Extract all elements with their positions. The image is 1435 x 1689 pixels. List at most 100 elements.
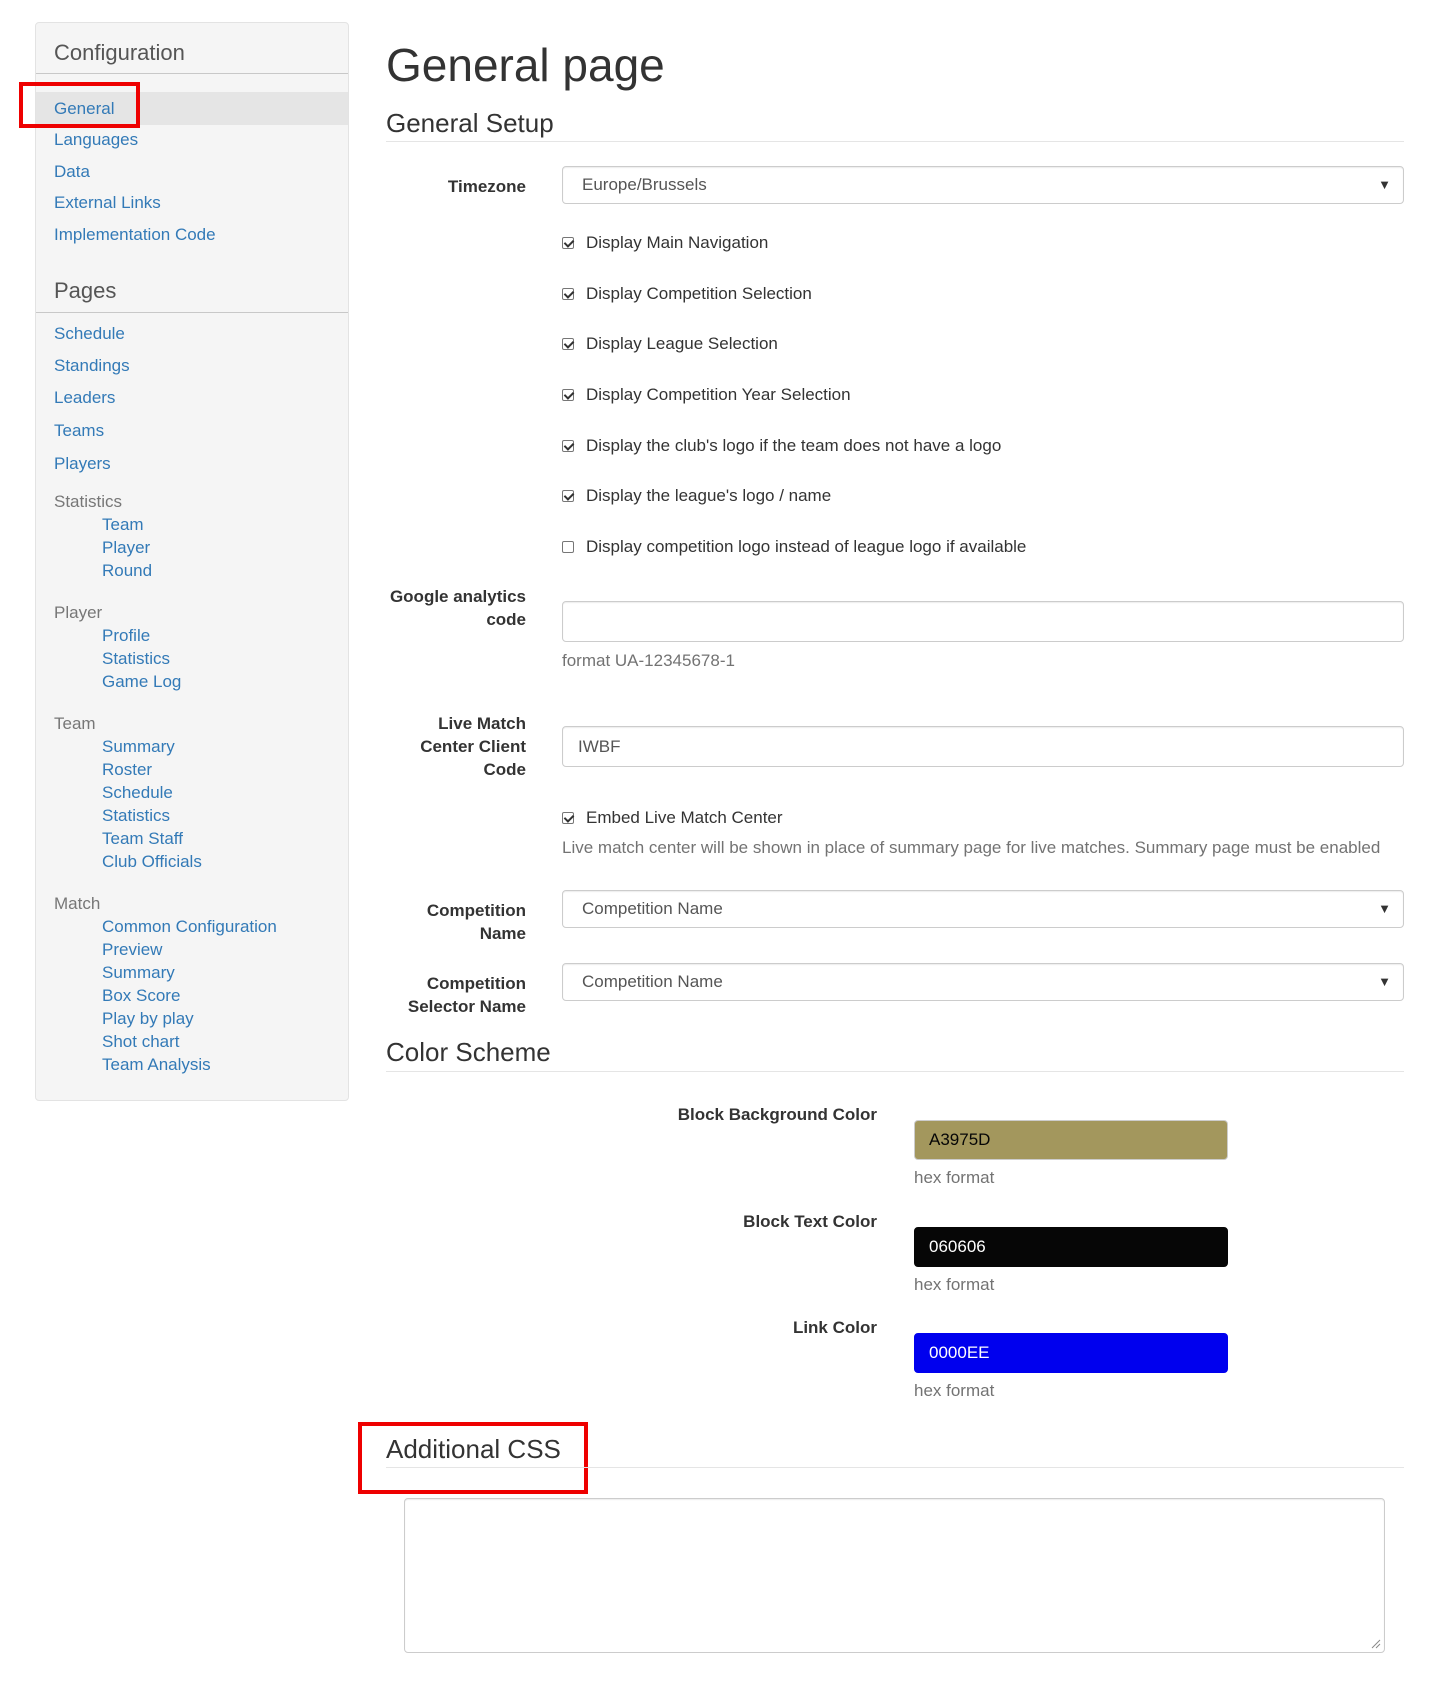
sidebar-item-statistics-player[interactable]: Player: [102, 538, 150, 558]
display-league-selection-label: Display League Selection: [586, 334, 778, 353]
display-competition-selection-label: Display Competition Selection: [586, 284, 812, 303]
display-competition-year-selection-checkbox[interactable]: Display Competition Year Selection: [562, 384, 851, 406]
sidebar-item-schedule[interactable]: Schedule: [54, 324, 125, 344]
chevron-down-icon: ▼: [1378, 901, 1391, 916]
display-league-logo-checkbox[interactable]: Display the league's logo / name: [562, 485, 831, 507]
sidebar-item-languages[interactable]: Languages: [54, 130, 138, 150]
block-background-color-label: Block Background Color: [677, 1105, 877, 1124]
checkbox-checked-icon: [562, 490, 574, 502]
google-analytics-label-line1: Google analytics: [389, 587, 526, 606]
section-divider: [386, 1467, 1404, 1468]
sidebar-item-players[interactable]: Players: [54, 454, 111, 474]
sidebar-group-statistics: Statistics: [54, 492, 123, 511]
block-text-color-help: hex format: [914, 1275, 995, 1294]
google-analytics-label: Google analytics code: [390, 585, 526, 631]
sidebar-heading-configuration: Configuration: [54, 40, 185, 65]
section-divider: [386, 141, 1404, 142]
sidebar-item-team-schedule[interactable]: Schedule: [102, 783, 173, 803]
checkbox-unchecked-icon: [562, 541, 574, 553]
competition-name-select-value: Competition Name: [582, 899, 723, 918]
sidebar-item-match-common-configuration[interactable]: Common Configuration: [102, 917, 277, 937]
checkbox-checked-icon: [562, 440, 574, 452]
chevron-down-icon: ▼: [1378, 974, 1391, 989]
timezone-label: Timezone: [447, 177, 526, 196]
checkbox-checked-icon: [562, 288, 574, 300]
competition-selector-name-label: Competition Selector Name: [408, 972, 526, 1018]
timezone-select[interactable]: Europe/Brussels ▼: [562, 166, 1404, 204]
sidebar-item-team-summary[interactable]: Summary: [102, 737, 175, 757]
sidebar-item-match-preview[interactable]: Preview: [102, 940, 162, 960]
sidebar-item-team-statistics[interactable]: Statistics: [102, 806, 170, 826]
sidebar-group-player: Player: [54, 603, 103, 622]
google-analytics-input[interactable]: [562, 601, 1404, 642]
checkbox-checked-icon: [562, 389, 574, 401]
timezone-select-value: Europe/Brussels: [582, 175, 707, 194]
sidebar-item-match-team-analysis[interactable]: Team Analysis: [102, 1055, 211, 1075]
page-title: General page: [386, 39, 665, 91]
sidebar-item-data[interactable]: Data: [54, 162, 90, 182]
display-competition-year-selection-label: Display Competition Year Selection: [586, 385, 851, 404]
chevron-down-icon: ▼: [1378, 177, 1391, 192]
display-main-navigation-checkbox[interactable]: Display Main Navigation: [562, 232, 768, 254]
google-analytics-label-line2: code: [486, 610, 526, 629]
competition-selector-label-line1: Competition: [426, 974, 526, 993]
display-competition-logo-label: Display competition logo instead of leag…: [586, 537, 1027, 556]
sidebar-item-player-profile[interactable]: Profile: [102, 626, 150, 646]
block-background-color-input[interactable]: A3975D: [914, 1120, 1228, 1160]
sidebar-item-teams[interactable]: Teams: [54, 421, 104, 441]
competition-name-select[interactable]: Competition Name ▼: [562, 890, 1404, 928]
competition-selector-name-select-value: Competition Name: [582, 972, 723, 991]
live-match-center-client-code-label: Live Match Center Client Code: [420, 712, 526, 781]
competition-selector-name-select[interactable]: Competition Name ▼: [562, 963, 1404, 1001]
display-competition-selection-checkbox[interactable]: Display Competition Selection: [562, 283, 812, 305]
embed-live-match-center-checkbox[interactable]: Embed Live Match Center: [562, 807, 783, 829]
link-color-input[interactable]: 0000EE: [914, 1333, 1228, 1373]
link-color-label: Link Color: [792, 1318, 877, 1337]
block-background-color-help: hex format: [914, 1168, 995, 1187]
display-club-logo-checkbox[interactable]: Display the club's logo if the team does…: [562, 435, 1001, 457]
highlight-box-general: [19, 82, 140, 128]
sidebar-group-match: Match: [54, 894, 101, 913]
lmc-label-line3: Code: [483, 760, 527, 779]
section-divider: [386, 1071, 1404, 1072]
checkbox-checked-icon: [562, 338, 574, 350]
sidebar: Configuration General Languages Data Ext…: [35, 22, 349, 1101]
sidebar-item-club-officials[interactable]: Club Officials: [102, 852, 202, 872]
sidebar-item-player-statistics[interactable]: Statistics: [102, 649, 170, 669]
sidebar-item-standings[interactable]: Standings: [54, 356, 130, 376]
sidebar-item-team-roster[interactable]: Roster: [102, 760, 152, 780]
sidebar-item-leaders[interactable]: Leaders: [54, 388, 115, 408]
competition-name-label: Competition Name: [427, 899, 526, 945]
lmc-label-line1: Live Match: [438, 714, 526, 733]
sidebar-item-team-staff[interactable]: Team Staff: [102, 829, 183, 849]
sidebar-item-match-play-by-play[interactable]: Play by play: [102, 1009, 194, 1029]
embed-live-match-center-label: Embed Live Match Center: [586, 808, 783, 827]
sidebar-item-match-shot-chart[interactable]: Shot chart: [102, 1032, 180, 1052]
sidebar-divider: [36, 73, 348, 74]
sidebar-item-player-game-log[interactable]: Game Log: [102, 672, 181, 692]
section-heading-color-scheme: Color Scheme: [386, 1037, 551, 1067]
display-competition-logo-checkbox[interactable]: Display competition logo instead of leag…: [562, 536, 1026, 558]
sidebar-item-statistics-round[interactable]: Round: [102, 561, 152, 581]
sidebar-heading-pages: Pages: [54, 278, 117, 303]
competition-selector-label-line2: Selector Name: [407, 997, 526, 1016]
competition-name-label-line2: Name: [479, 924, 526, 943]
competition-name-label-line1: Competition: [426, 901, 526, 920]
sidebar-item-match-summary[interactable]: Summary: [102, 963, 175, 983]
sidebar-item-implementation-code[interactable]: Implementation Code: [54, 225, 216, 245]
sidebar-divider: [36, 312, 348, 313]
resize-grip-icon[interactable]: [1371, 1639, 1381, 1649]
checkbox-checked-icon: [562, 812, 574, 824]
section-heading-general-setup: General Setup: [386, 108, 554, 138]
link-color-help: hex format: [914, 1381, 995, 1400]
sidebar-item-match-box-score[interactable]: Box Score: [102, 986, 180, 1006]
display-league-selection-checkbox[interactable]: Display League Selection: [562, 333, 778, 355]
embed-live-match-center-help: Live match center will be shown in place…: [562, 838, 1381, 857]
sidebar-group-team: Team: [54, 714, 96, 733]
additional-css-textarea[interactable]: [404, 1498, 1385, 1653]
sidebar-item-external-links[interactable]: External Links: [54, 193, 161, 213]
sidebar-item-statistics-team[interactable]: Team: [102, 515, 144, 535]
live-match-center-client-code-input[interactable]: IWBF: [562, 726, 1404, 767]
block-text-color-input[interactable]: 060606: [914, 1227, 1228, 1267]
lmc-label-line2: Center Client: [420, 737, 526, 756]
